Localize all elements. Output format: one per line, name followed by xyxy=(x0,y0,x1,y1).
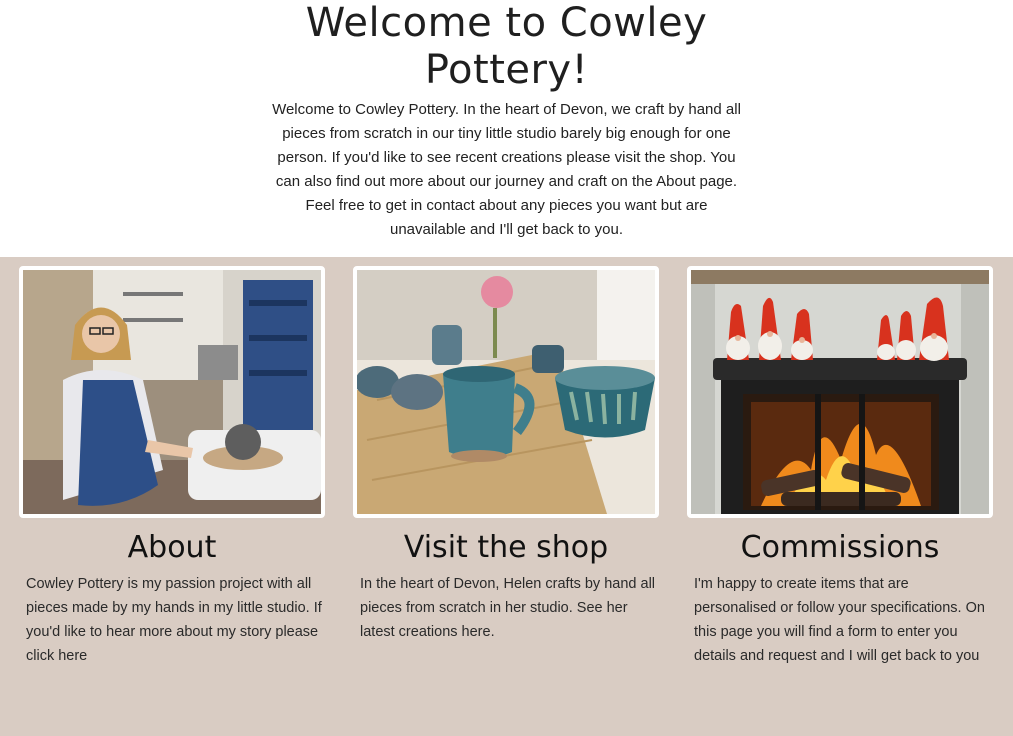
commissions-text: I'm happy to create items that are perso… xyxy=(694,576,985,664)
shop-photo[interactable] xyxy=(353,266,659,518)
about-heading[interactable]: About xyxy=(19,528,325,568)
page-title-line1: Welcome to Cowley xyxy=(305,0,708,46)
cards-section: About Cowley Pottery is my passion proje… xyxy=(0,257,1013,736)
page-title-line2: Pottery! xyxy=(424,47,589,93)
about-text: Cowley Pottery is my passion project wit… xyxy=(26,576,322,664)
pottery-mugs-image xyxy=(357,270,655,514)
about-card[interactable]: About Cowley Pottery is my passion proje… xyxy=(19,266,325,668)
intro-text: Welcome to Cowley Pottery. In the heart … xyxy=(272,101,741,238)
shop-card[interactable]: Visit the shop In the heart of Devon, He… xyxy=(353,266,659,644)
about-photo[interactable] xyxy=(19,266,325,518)
intro-section: Welcome to Cowley Pottery! Welcome to Co… xyxy=(0,0,1013,257)
shop-text: In the heart of Devon, Helen crafts by h… xyxy=(360,576,656,640)
commissions-photo[interactable] xyxy=(687,266,993,518)
page-title: Welcome to Cowley Pottery! xyxy=(0,0,1013,94)
commissions-card[interactable]: Commissions I'm happy to create items th… xyxy=(687,266,993,668)
shop-heading[interactable]: Visit the shop xyxy=(353,528,659,568)
gnomes-fireplace-image xyxy=(691,270,989,514)
potter-at-wheel-image xyxy=(23,270,321,514)
commissions-heading[interactable]: Commissions xyxy=(687,528,993,568)
